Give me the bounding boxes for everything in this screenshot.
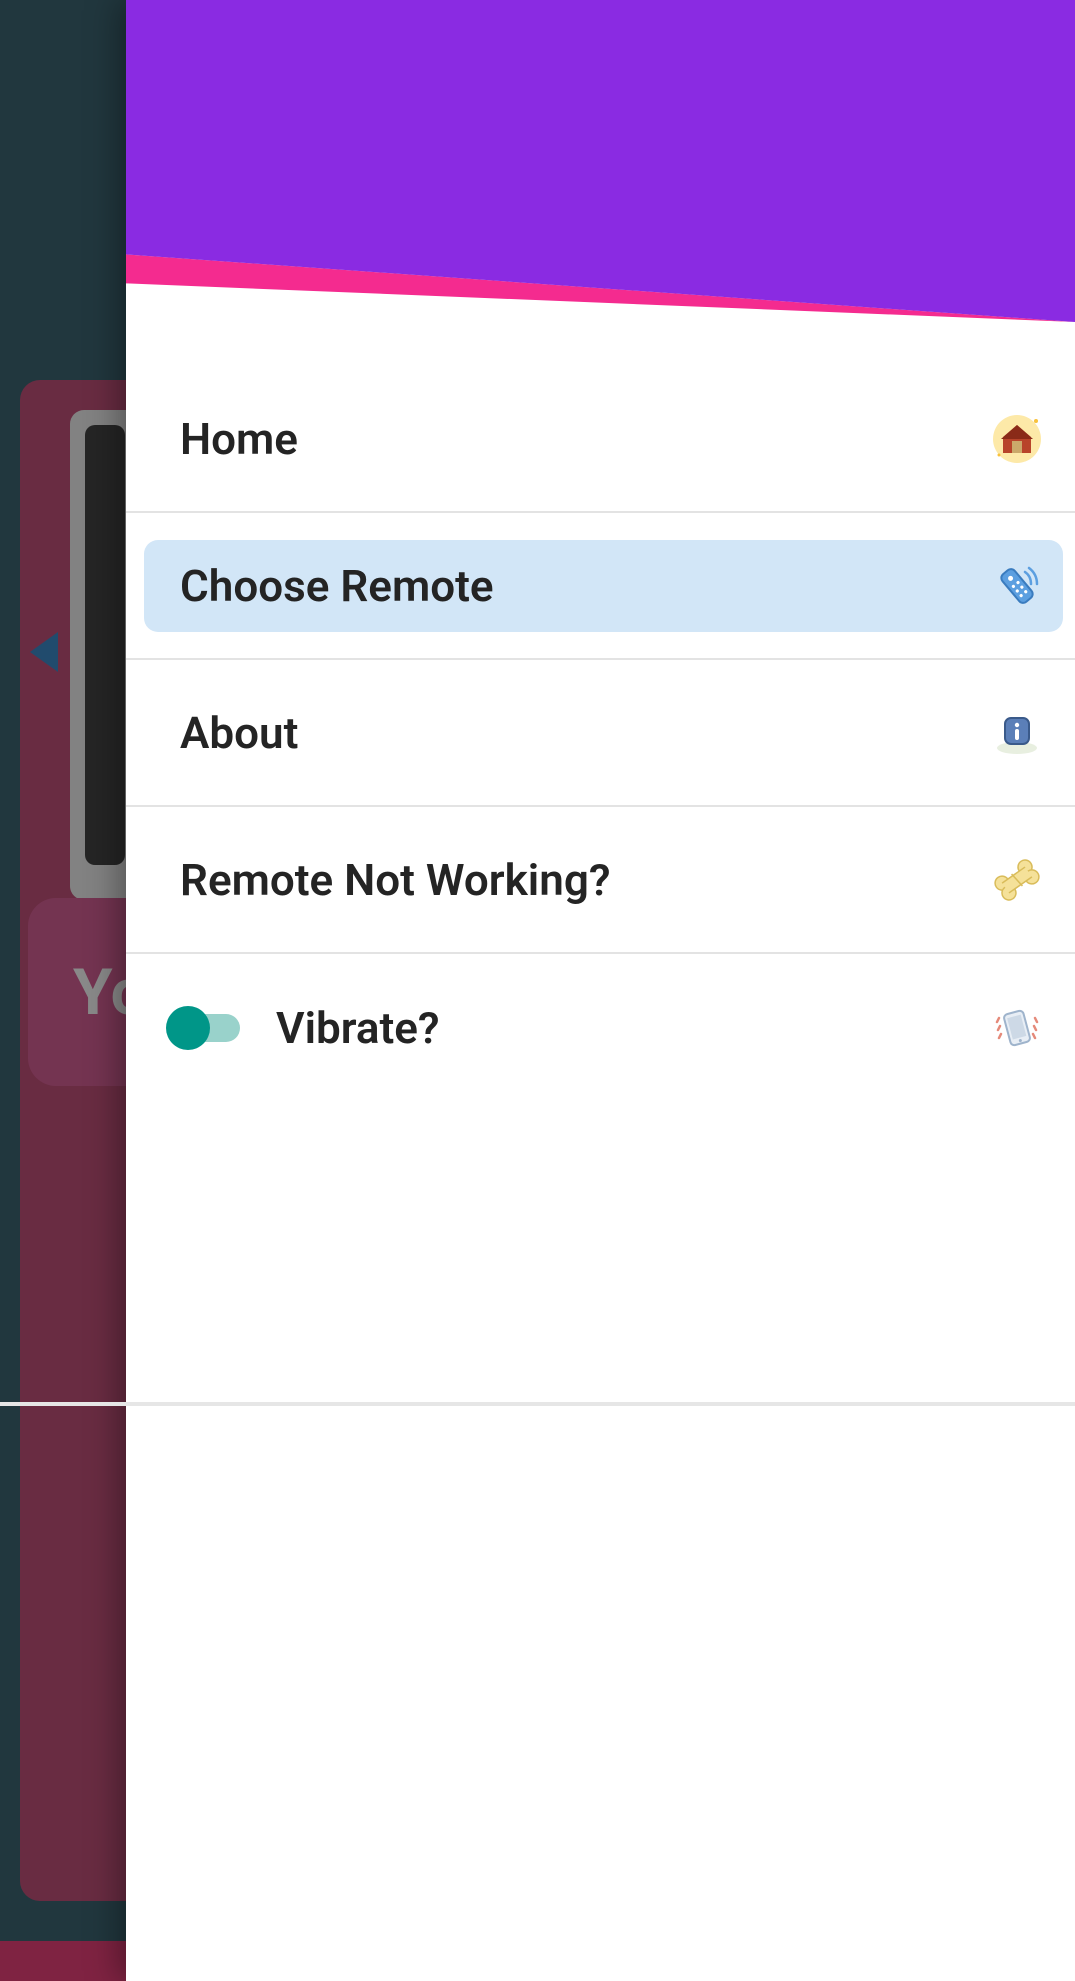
nav-item-label: Home: [180, 413, 298, 465]
nav-item-not-working[interactable]: Remote Not Working?: [126, 807, 1075, 954]
vibrate-toggle[interactable]: [168, 1008, 246, 1048]
nav-item-home[interactable]: Home: [126, 366, 1075, 513]
info-icon: [989, 705, 1045, 761]
toggle-thumb: [166, 1006, 210, 1050]
nav-item-label: Remote Not Working?: [180, 854, 611, 906]
drawer-header: [126, 0, 1075, 322]
drawer-bottom-divider: [0, 1402, 1075, 1406]
vibrate-icon: [989, 1000, 1045, 1056]
nav-item-label: Vibrate?: [276, 1002, 440, 1054]
drawer-menu-list: Home Choose Remote: [126, 322, 1075, 1981]
home-icon: [989, 411, 1045, 467]
remote-icon: [989, 558, 1045, 614]
nav-item-label: About: [180, 707, 298, 759]
bone-icon: [989, 852, 1045, 908]
navigation-drawer: Home Choose Remote: [126, 0, 1075, 1981]
nav-item-label: Choose Remote: [180, 560, 494, 612]
nav-item-about[interactable]: About: [126, 660, 1075, 807]
nav-item-vibrate: Vibrate?: [126, 954, 1075, 1101]
nav-item-choose-remote[interactable]: Choose Remote: [126, 513, 1075, 660]
